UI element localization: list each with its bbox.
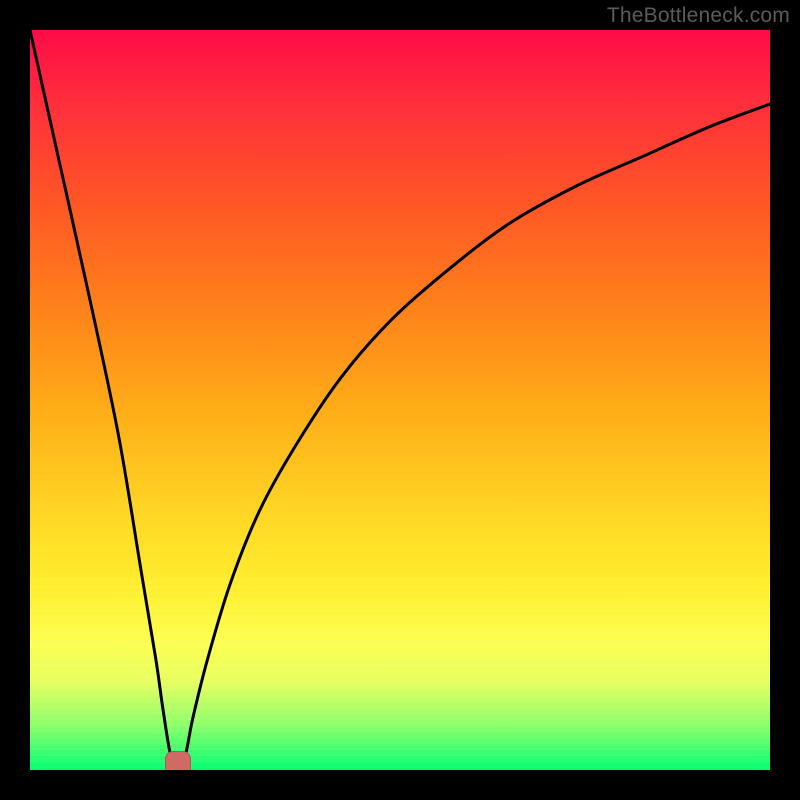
curve-path (30, 30, 770, 770)
optimal-marker (165, 751, 191, 770)
app-frame: TheBottleneck.com (0, 0, 800, 800)
bottleneck-curve (30, 30, 770, 770)
plot-area (30, 30, 770, 770)
watermark-text: TheBottleneck.com (607, 4, 790, 28)
